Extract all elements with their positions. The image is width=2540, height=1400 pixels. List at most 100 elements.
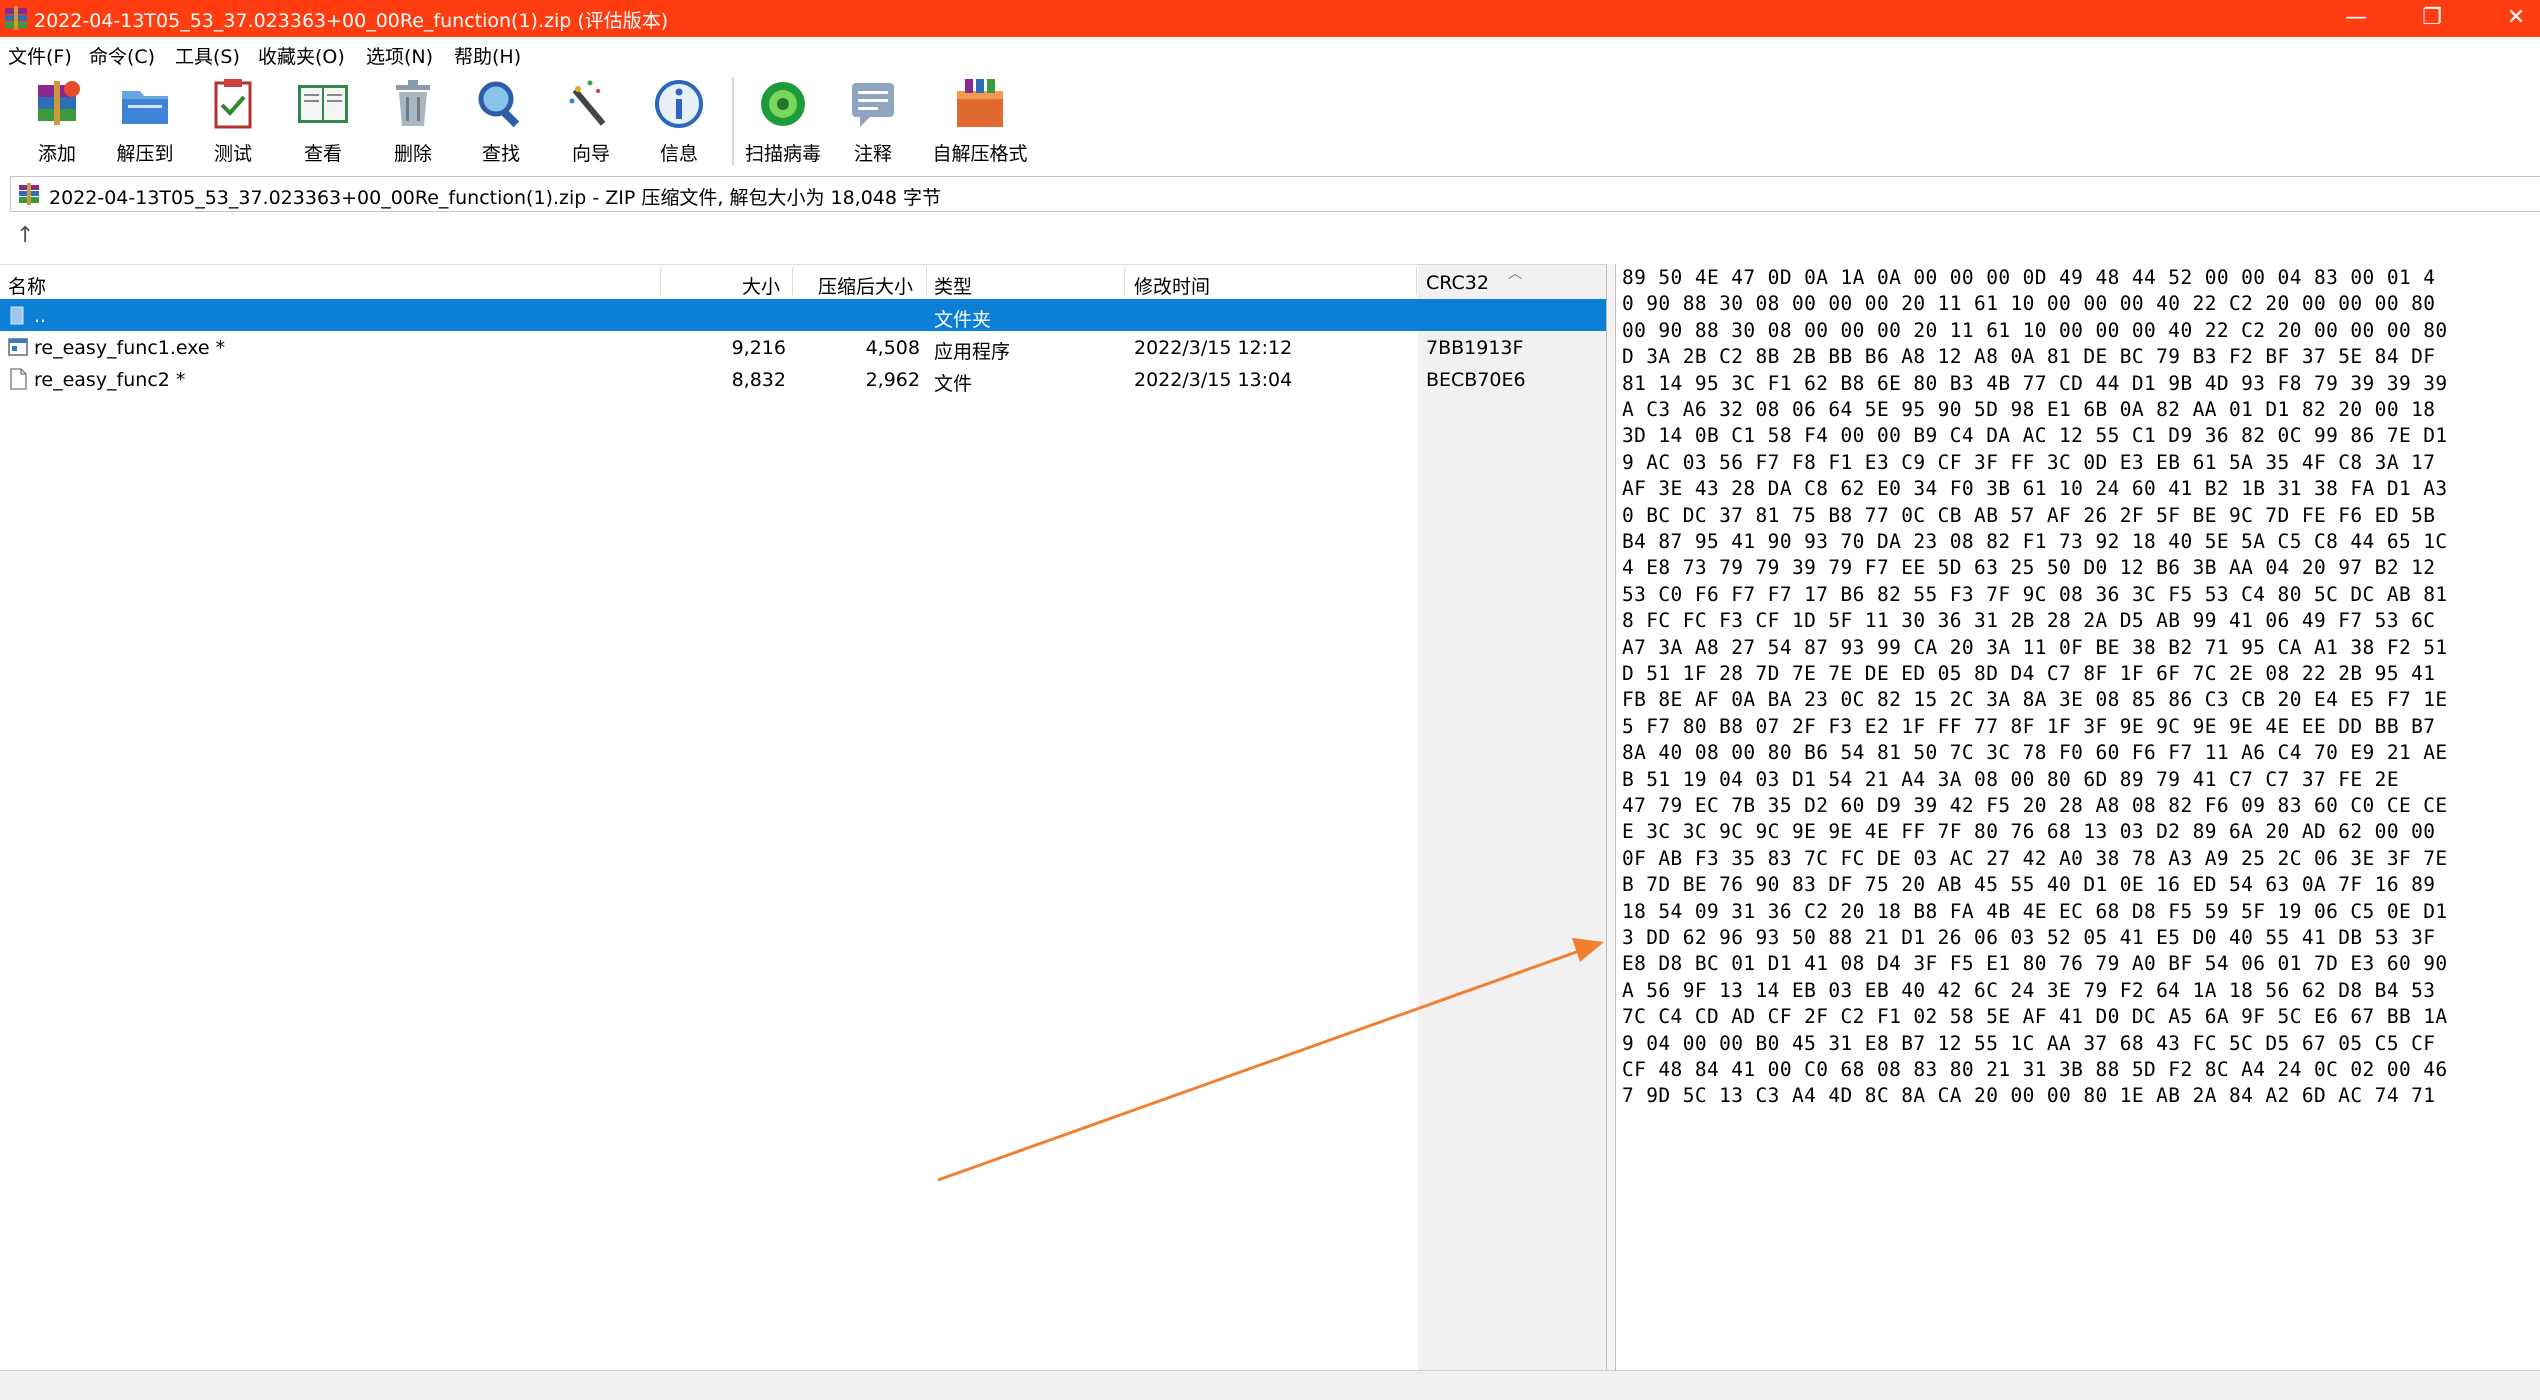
minimize-button[interactable]: — [2316, 0, 2396, 37]
column-separator[interactable] [792, 267, 793, 295]
exe-file-icon [8, 338, 28, 356]
hex-line: FB 8E AF 0A BA 23 0C 82 15 2C 3A 8A 3E 0… [1622, 688, 2448, 712]
hex-line: 7C C4 CD AD CF 2F C2 F1 02 58 5E AF 41 D… [1622, 1005, 2448, 1029]
close-button[interactable]: ✕ [2476, 0, 2540, 37]
file-size: 8,832 [731, 369, 786, 391]
path-bar[interactable]: 2022-04-13T05_53_37.023363+00_00Re_funct… [10, 176, 2540, 212]
column-header-name[interactable]: 名称 [8, 272, 46, 299]
hex-line: 4 E8 73 79 79 39 79 F7 EE 5D 63 25 50 D0… [1622, 556, 2436, 580]
file-type: 文件夹 [934, 309, 992, 331]
info-button[interactable]: 信息 [636, 75, 722, 171]
hex-line: D 3A 2B C2 8B 2B BB B6 A8 12 A8 0A 81 DE… [1622, 345, 2436, 369]
add-button[interactable]: 添加 [14, 75, 100, 171]
file-crc: BECB70E6 [1426, 369, 1526, 391]
menu-tools[interactable]: 工具(S) [175, 42, 240, 69]
hex-preview-panel[interactable]: 89 50 4E 47 0D 0A 1A 0A 00 00 00 0D 49 4… [1616, 264, 2540, 1370]
hex-line: 3 DD 62 96 93 50 88 21 D1 26 06 03 52 05… [1622, 926, 2436, 949]
delete-label: 删除 [393, 143, 432, 165]
hex-line: B 51 19 04 03 D1 54 21 A4 3A 08 00 80 6D… [1622, 767, 2399, 791]
file-list[interactable]: 名称 大小 压缩后大小 类型 修改时间 CRC32 ︿ .. 文件夹 re_ea… [0, 264, 1606, 1371]
hex-line: 8A 40 08 00 80 B6 54 81 50 7C 3C 78 F0 6… [1622, 741, 2448, 765]
hex-line: 9 04 00 00 B0 45 31 E8 B7 12 55 1C AA 37… [1622, 1031, 2436, 1055]
folder-extract-icon [122, 91, 168, 124]
table-row[interactable]: .. 文件夹 [0, 299, 1606, 331]
hex-line: B 7D BE 76 90 83 DF 75 20 AB 45 55 40 D1… [1622, 873, 2436, 897]
hex-line: D 51 1F 28 7D 7E 7E DE ED 05 8D D4 C7 8F… [1622, 662, 2436, 685]
column-separator[interactable] [1416, 267, 1417, 295]
menu-favorites[interactable]: 收藏夹(O) [258, 42, 345, 69]
menu-options[interactable]: 选项(N) [366, 42, 433, 69]
column-header-packed[interactable]: 压缩后大小 [818, 272, 913, 299]
hex-line: E8 D8 BC 01 D1 41 08 D4 3F F5 E1 80 76 7… [1622, 952, 2448, 976]
up-arrow-icon[interactable]: ↑ [16, 223, 34, 248]
hex-line: 3D 14 0B C1 58 F4 00 00 B9 C4 DA AC 12 5… [1622, 424, 2448, 448]
comment-button[interactable]: 注释 [830, 75, 916, 171]
maximize-button[interactable]: ❐ [2392, 0, 2472, 37]
column-header-modified[interactable]: 修改时间 [1134, 272, 1210, 299]
virus-scan-icon [761, 82, 805, 126]
column-header-type[interactable]: 类型 [934, 272, 972, 299]
test-label: 测试 [213, 143, 252, 165]
wizard-button[interactable]: 向导 [548, 75, 634, 171]
menu-commands[interactable]: 命令(C) [89, 42, 155, 69]
info-label: 信息 [659, 143, 698, 165]
sort-up-icon: ︿ [1508, 266, 1522, 282]
navigation-row: ↑ [0, 215, 2540, 261]
menu-bar: 文件(F) 命令(C) 工具(S) 收藏夹(O) 选项(N) 帮助(H) [0, 37, 2540, 69]
hex-line: 00 90 88 30 08 00 00 00 20 11 61 10 00 0… [1622, 318, 2448, 342]
delete-button[interactable]: 删除 [370, 75, 456, 171]
comment-icon [852, 83, 894, 127]
hex-line: E 3C 3C 9C 9C 9E 9E 4E FF 7F 80 76 68 13… [1622, 820, 2436, 844]
extract-to-button[interactable]: 解压到 [102, 75, 188, 171]
sfx-button[interactable]: 自解压格式 [930, 75, 1030, 171]
winrar-icon [5, 6, 27, 30]
status-bar [0, 1370, 2540, 1400]
toolbar: 添加 解压到 测试 查看 删除 查找 向导 信息 扫描病毒 注释 自解压格式 [0, 69, 2540, 173]
comment-label: 注释 [853, 143, 892, 165]
find-label: 查找 [481, 143, 520, 165]
column-separator[interactable] [926, 267, 927, 295]
add-archive-icon [38, 81, 80, 125]
toolbar-divider [732, 77, 734, 165]
find-button[interactable]: 查找 [458, 75, 544, 171]
info-icon [655, 80, 703, 128]
hex-line: 47 79 EC 7B 35 D2 60 D9 39 42 F5 20 28 A… [1622, 794, 2448, 817]
add-label: 添加 [37, 143, 76, 165]
window-title: 2022-04-13T05_53_37.023363+00_00Re_funct… [34, 10, 669, 32]
file-size: 9,216 [731, 337, 786, 359]
table-row[interactable]: re_easy_func1.exe * 9,216 4,508 应用程序 202… [0, 331, 1606, 363]
hex-line: 53 C0 F6 F7 F7 17 B6 82 55 F3 7F 9C 08 3… [1622, 582, 2448, 606]
hex-line: AF 3E 43 28 DA C8 62 E0 34 F0 3B 61 10 2… [1622, 477, 2448, 501]
file-name: re_easy_func2 * [34, 369, 186, 391]
view-label: 查看 [303, 143, 342, 165]
hex-line: 7 9D 5C 13 C3 A4 4D 8C 8A CA 20 00 00 80… [1622, 1084, 2436, 1108]
file-modified: 2022/3/15 13:04 [1134, 369, 1293, 391]
view-button[interactable]: 查看 [280, 75, 366, 171]
pane-splitter[interactable] [1606, 264, 1616, 1370]
clipboard-check-icon [214, 79, 252, 129]
column-separator[interactable] [1124, 267, 1125, 295]
menu-file[interactable]: 文件(F) [8, 42, 72, 69]
hex-line: 8 FC FC F3 CF 1D 5F 11 30 36 31 2B 28 2A… [1622, 609, 2436, 633]
menu-help[interactable]: 帮助(H) [454, 42, 521, 69]
virus-scan-button[interactable]: 扫描病毒 [740, 75, 826, 171]
hex-line: 0F AB F3 35 83 7C FC DE 03 AC 27 42 A0 3… [1622, 846, 2448, 870]
folder-up-icon [10, 306, 24, 325]
hex-line: 9 AC 03 56 F7 F8 F1 E3 C9 CF 3F FF 3C 0D… [1622, 450, 2436, 474]
hex-line: 81 14 95 3C F1 62 B8 6E 80 B3 4B 77 CD 4… [1622, 371, 2448, 395]
blank-file-icon [10, 368, 27, 390]
column-separator[interactable] [660, 267, 661, 295]
file-type: 应用程序 [934, 341, 1011, 363]
archive-icon [19, 183, 39, 205]
test-button[interactable]: 测试 [190, 75, 276, 171]
wizard-label: 向导 [571, 143, 610, 165]
table-row[interactable]: re_easy_func2 * 8,832 2,962 文件 2022/3/15… [0, 363, 1606, 395]
file-crc: 7BB1913F [1426, 337, 1524, 359]
archive-path: 2022-04-13T05_53_37.023363+00_00Re_funct… [49, 187, 942, 209]
hex-line: A C3 A6 32 08 06 64 5E 95 90 5D 98 E1 6B… [1622, 398, 2436, 421]
column-header-crc[interactable]: CRC32 [1426, 272, 1489, 294]
hex-line: 5 F7 80 B8 07 2F F3 E2 1F FF 77 8F 1F 3F… [1622, 714, 2436, 738]
title-bar: 2022-04-13T05_53_37.023363+00_00Re_funct… [0, 0, 2540, 37]
column-header-size[interactable]: 大小 [742, 272, 780, 299]
magnifier-icon [478, 81, 520, 128]
